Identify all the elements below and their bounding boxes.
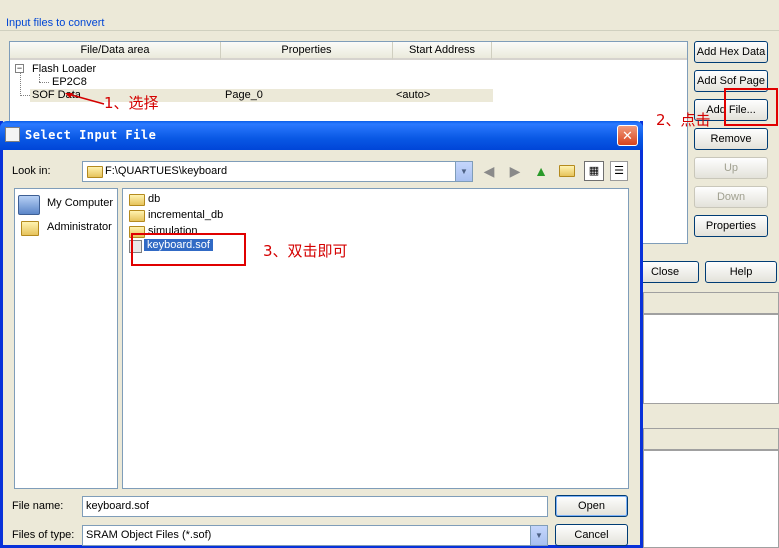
new-folder-icon[interactable] [557,162,577,182]
tree-line [39,74,40,82]
chevron-down-icon[interactable]: ▼ [530,526,547,545]
annotation-arrow [65,93,105,105]
tree-item-ep2c8[interactable]: EP2C8 [52,76,87,88]
annotation-highlight-add-file [724,88,778,126]
column-header-properties[interactable]: Properties [221,42,393,60]
cancel-button[interactable]: Cancel [555,524,628,546]
forward-icon[interactable]: ▶ [505,161,525,181]
look-in-value: F:\QUARTUES\keyboard [105,165,228,177]
lower-panel-2 [643,450,779,548]
open-button[interactable]: Open [555,495,628,517]
file-type-value: SRAM Object Files (*.sof) [86,529,212,541]
tree-line [39,82,49,83]
annotation-step3: 3、双击即可 [263,242,348,260]
group-divider [0,30,779,31]
annotation-step1: 1、选择 [104,94,159,112]
tree-item-flash-loader[interactable]: Flash Loader [32,63,96,75]
dialog-title: Select Input File [25,128,157,142]
lower-panel-1 [643,314,779,404]
details-view-icon[interactable]: ☰ [610,161,628,181]
help-button[interactable]: Help [705,261,777,283]
up-button[interactable]: Up [694,157,768,179]
places-pane[interactable]: My Computer Administrator [14,188,118,489]
view-menu-icon[interactable]: ▦ [584,161,604,181]
folder-icon [21,221,39,236]
file-name-input[interactable]: keyboard.sof [82,496,548,517]
group-label-input-files: Input files to convert [6,17,105,29]
lower-panel-header-2 [643,428,779,450]
add-hex-data-button[interactable]: Add Hex Data [694,41,768,63]
up-folder-icon[interactable]: ▲ [531,161,551,181]
dialog-app-icon [5,127,20,142]
my-computer-icon [18,195,40,215]
file-item-incremental-db[interactable]: incremental_db [148,209,223,221]
look-in-combo[interactable]: F:\QUARTUES\keyboard ▼ [82,161,473,182]
sof-data-page: Page_0 [225,89,263,101]
file-type-select[interactable]: SRAM Object Files (*.sof) ▼ [82,525,548,546]
down-button[interactable]: Down [694,186,768,208]
column-header-file-data-area[interactable]: File/Data area [10,42,221,60]
look-in-label: Look in: [12,165,51,177]
folder-icon [87,166,103,178]
file-type-label: Files of type: [12,529,75,541]
column-header-start-address[interactable]: Start Address [393,42,492,60]
tree-line [20,95,30,96]
annotation-step2: 2、点击 [656,111,711,129]
place-administrator[interactable]: Administrator [47,221,112,233]
lower-panel-header-1 [643,292,779,314]
sof-data-address: <auto> [396,89,431,101]
folder-icon [129,194,145,206]
annotation-highlight-file [131,233,246,266]
column-header-empty [492,42,687,60]
properties-button[interactable]: Properties [694,215,768,237]
tree-collapse-toggle[interactable]: − [15,64,24,73]
back-icon[interactable]: ◀ [479,161,499,181]
file-name-label: File name: [12,500,64,512]
place-my-computer[interactable]: My Computer [47,197,113,209]
chevron-down-icon[interactable]: ▼ [455,162,472,181]
file-item-db[interactable]: db [148,193,160,205]
remove-button[interactable]: Remove [694,128,768,150]
dialog-close-icon[interactable]: ✕ [617,125,638,146]
folder-icon [129,210,145,222]
